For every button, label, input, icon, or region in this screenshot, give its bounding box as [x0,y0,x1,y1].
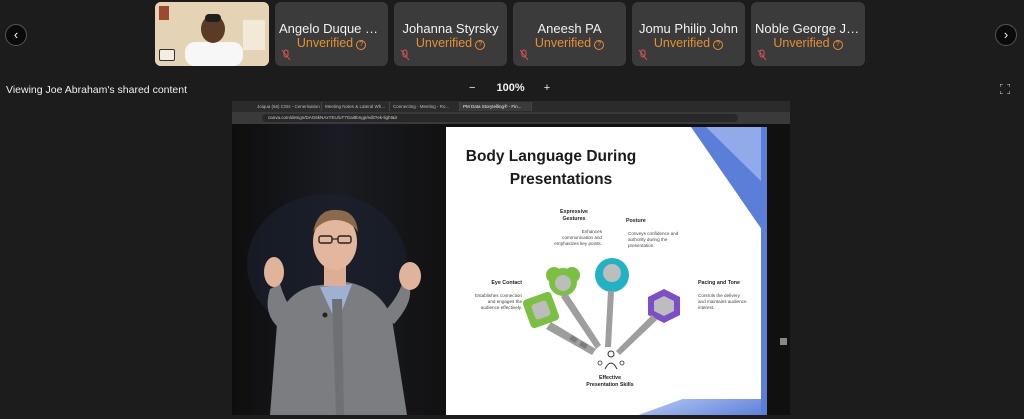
chevron-left-icon: ‹ [13,27,19,42]
desc-pacing-tone: Controls the delivery and maintains audie… [698,293,747,310]
sharing-label: Viewing Joe Abraham's shared content [6,84,188,96]
browser-tab[interactable]: Joiqua (56) CSIs - Cenerisation [254,102,322,111]
browser-toolbar: canva.com/design/DAG6kNAxYEU/uT7Gai8bngp… [232,112,790,124]
label-expressive-gestures: Expressive Gestures [560,209,588,222]
participant-status: Unverified? [394,36,507,50]
keys-illustration [522,258,680,370]
slide-title-line1: Body Language During [465,148,637,165]
chevron-right-icon: › [1003,27,1009,42]
participant-tile[interactable]: Noble George Jos... Unverified? [751,2,865,66]
desc-expressive-gestures: Enhances communication and emphasizes key … [554,229,602,246]
participant-video-tile[interactable] [155,2,269,66]
participant-status: Unverified? [632,36,745,50]
participant-name: Johanna Styrsky [402,21,499,36]
fullscreen-icon[interactable] [1000,84,1010,94]
info-icon: ? [713,40,724,50]
mic-off-icon [519,49,529,61]
mic-off-icon [757,49,767,61]
presentation-slide: Body Language During Presentations Expre… [446,127,767,415]
info-icon: ? [356,40,367,50]
participant-tile[interactable]: Aneesh PA Unverified? [513,2,626,66]
desc-eye-contact: Establishes connection and engages the aud… [475,293,522,310]
participant-tile[interactable]: Angelo Duque PMP Unverified? [275,2,388,66]
info-icon: ? [475,40,486,50]
browser-tab-active[interactable]: PM Data Storytelling® - Fin... [460,102,532,111]
participant-name: Angelo Duque PMP [279,21,388,36]
next-participants-button[interactable]: › [995,24,1017,46]
browser-tab-strip: Joiqua (56) CSIs - Cenerisation Meeting … [232,101,790,112]
browser-url-bar[interactable]: canva.com/design/DAG6kNAxYEU/uT7Gai8bngp… [262,114,738,122]
participant-name: Aneesh PA [537,21,602,36]
slide-decoration [706,127,767,187]
slide-edge-decoration [761,127,767,415]
label-effective-skills: Effective Presentation Skills [586,375,634,388]
zoom-out-button[interactable]: − [469,82,475,94]
zoom-level: 100% [496,82,525,94]
mic-off-icon [638,49,648,61]
label-posture: Posture [626,218,646,224]
participant-name: Jomu Philip John [639,21,738,36]
shared-screen: Joiqua (56) CSIs - Cenerisation Meeting … [232,101,790,415]
mic-off-icon [400,49,410,61]
scroll-indicator[interactable] [780,338,787,345]
mic-off-icon [281,49,291,61]
speaker-photo [232,124,446,415]
video-indicator-icon [159,49,175,61]
info-icon: ? [832,40,843,50]
participant-tile[interactable]: Johanna Styrsky Unverified? [394,2,507,66]
speaker-illustration [247,194,421,415]
participant-status: Unverified? [275,36,388,50]
participant-status: Unverified? [751,36,865,50]
zoom-in-button[interactable]: + [544,82,550,94]
key-pacing-icon [616,289,680,355]
prev-participants-button[interactable]: ‹ [5,24,27,46]
label-pacing-tone: Pacing and Tone [698,280,740,286]
browser-tab[interactable]: Connecting - Meeting - Ro... [390,102,460,111]
label-eye-contact: Eye Contact [491,280,522,286]
key-posture-icon [595,258,629,347]
slide-title-line2: Presentations [509,171,613,188]
participant-name: Noble George Jos... [755,21,865,36]
browser-tab[interactable]: Meeting Notes & Lateral Wh... [322,102,390,111]
zoom-controls: − 100% + [469,82,550,94]
participant-status: Unverified? [513,36,626,50]
info-icon: ? [594,40,605,50]
participant-tile[interactable]: Jomu Philip John Unverified? [632,2,745,66]
slide-decoration [626,399,767,415]
